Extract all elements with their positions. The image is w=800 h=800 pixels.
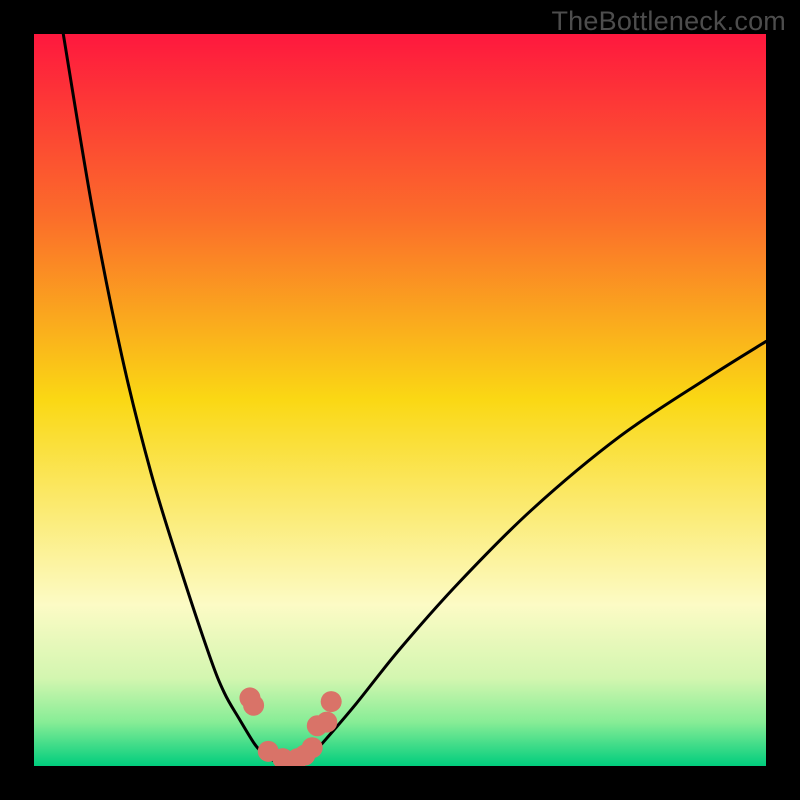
watermark-text: TheBottleneck.com bbox=[551, 6, 786, 37]
gradient-bg bbox=[34, 34, 766, 766]
point bbox=[243, 695, 264, 716]
point bbox=[302, 737, 323, 758]
point bbox=[321, 691, 342, 712]
chart-frame: TheBottleneck.com bbox=[0, 0, 800, 800]
chart-svg bbox=[34, 34, 766, 766]
plot-area bbox=[34, 34, 766, 766]
point bbox=[316, 712, 337, 733]
